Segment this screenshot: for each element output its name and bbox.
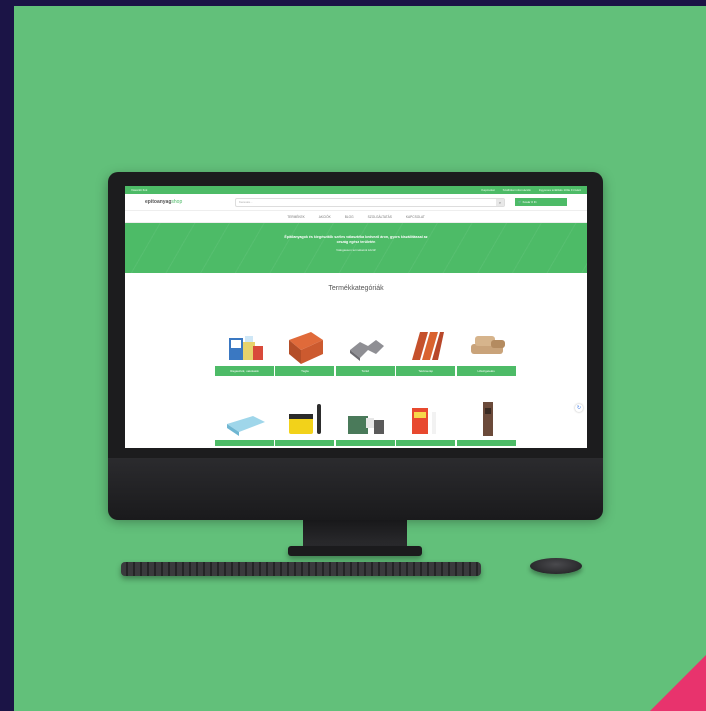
hero-subtext[interactable]: Válogasson termékeink közül!	[125, 248, 587, 252]
site-logo[interactable]: epitoanyagshop	[145, 199, 225, 205]
section-title: Termékkategóriák	[328, 285, 384, 292]
category-card[interactable]: Ragasztók, vakolatok	[215, 326, 274, 376]
category-card[interactable]	[335, 400, 395, 446]
search-icon[interactable]: ⌕	[496, 198, 504, 206]
topbar-link[interactable]: Szállítási információk	[503, 188, 531, 192]
tools-image	[347, 416, 384, 434]
hero-text: Építőanyagok és kiegészítők széles válas…	[284, 235, 428, 244]
category-label: Tégla	[275, 366, 335, 376]
category-card[interactable]: Tetőcserép	[396, 326, 456, 376]
category-card[interactable]	[215, 400, 274, 446]
category-label	[215, 440, 274, 446]
roof-tile-image	[412, 332, 445, 360]
hero-banner: Építőanyagok és kiegészítők széles válas…	[125, 223, 587, 273]
main-nav: TERMÉKEK AKCIÓK BLOG SZOLGÁLTATÁS KAPCSO…	[125, 211, 587, 223]
category-card[interactable]: Térkő	[335, 326, 395, 376]
topbar-link[interactable]: Ingyenes szállítás 100e Ft felett	[539, 188, 581, 192]
category-label	[275, 440, 335, 446]
category-label	[456, 440, 516, 446]
paint-bucket-image	[289, 404, 322, 434]
category-card[interactable]: Tégla	[275, 326, 335, 376]
category-card[interactable]	[275, 400, 335, 446]
category-grid-row2	[215, 400, 516, 446]
category-grid-row1: Ragasztók, vakolatok Tégla Térkő Tetőcse…	[215, 326, 516, 376]
keyboard	[121, 562, 481, 576]
mouse	[530, 558, 582, 574]
search-placeholder: Keresés...	[239, 200, 253, 204]
category-label: Tetőcserép	[396, 366, 456, 376]
logo-text: epitoanyag	[145, 199, 172, 205]
category-label	[335, 440, 395, 446]
adhesive-products-image	[229, 336, 263, 360]
cart-button[interactable]: 🛒 Kosár 0 Ft	[515, 198, 567, 206]
cart-label: Kosár 0 Ft	[522, 200, 537, 204]
category-label: Térkő	[335, 366, 395, 376]
category-label: Ragasztók, vakolatok	[215, 366, 274, 376]
insulation-board-image	[227, 416, 265, 436]
recaptcha-icon[interactable]: ↻	[575, 404, 583, 412]
category-label	[396, 440, 456, 446]
nav-item-contact[interactable]: KAPCSOLAT	[406, 215, 425, 219]
category-card[interactable]	[396, 400, 456, 446]
brick-image	[289, 332, 324, 364]
category-card[interactable]	[456, 400, 516, 446]
apple-icon	[346, 482, 366, 504]
imac-stand-base	[288, 546, 422, 556]
left-frame-bar	[0, 0, 14, 711]
search-input[interactable]: Keresés... ⌕	[235, 197, 505, 207]
nav-item-sales[interactable]: AKCIÓK	[319, 215, 331, 219]
category-card[interactable]: Hőszigetelés	[456, 326, 516, 376]
nav-item-services[interactable]: SZOLGÁLTATÁS	[368, 215, 392, 219]
insulation-image	[470, 336, 505, 354]
nav-item-products[interactable]: TERMÉKEK	[287, 215, 305, 219]
site-header: epitoanyagshop Keresés... ⌕ 🛒 Kosár 0 Ft	[125, 194, 587, 211]
site-topbar: Vásárlói fiók Kapcsolat Szállítási infor…	[125, 186, 587, 194]
website-screen: Vásárlói fiók Kapcsolat Szállítási infor…	[125, 186, 587, 448]
logo-suffix: shop	[171, 199, 183, 205]
chimney-image	[482, 402, 493, 436]
category-label: Hőszigetelés	[456, 366, 516, 376]
topbar-link[interactable]: Vásárlói fiók	[131, 188, 147, 192]
mortar-bag-image	[412, 408, 437, 434]
paving-stone-image	[349, 340, 384, 361]
pink-corner-accent	[650, 655, 706, 711]
nav-item-blog[interactable]: BLOG	[345, 215, 354, 219]
topbar-link[interactable]: Kapcsolat	[481, 188, 494, 192]
imac-stand	[303, 520, 407, 548]
